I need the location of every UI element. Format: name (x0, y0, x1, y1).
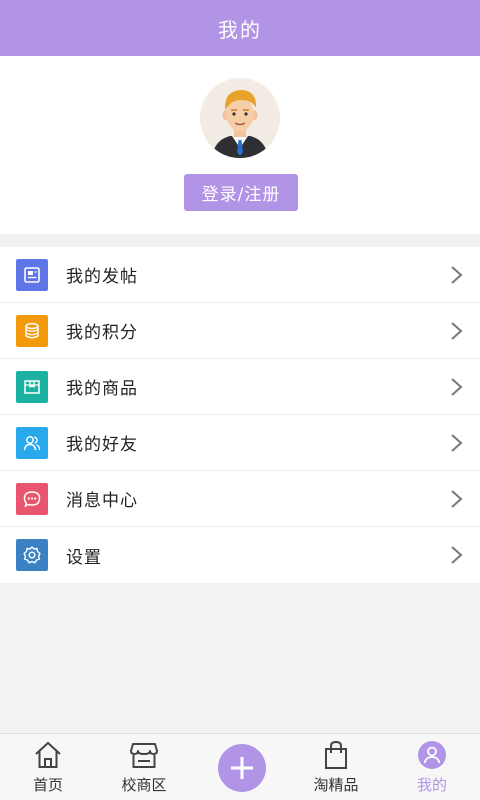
chevron-right-icon (451, 322, 463, 340)
menu-item-label: 我的积分 (66, 323, 138, 343)
tab-label: 校商区 (121, 776, 167, 794)
user-avatar-icon (200, 78, 280, 158)
user-icon (418, 741, 446, 769)
tab-mine[interactable]: 我的 (384, 734, 480, 800)
menu-item-label: 设置 (66, 547, 102, 568)
home-icon (35, 741, 61, 768)
plus-icon (231, 757, 253, 779)
tab-label: 首页 (32, 776, 63, 794)
tab-label: 我的 (416, 776, 447, 794)
points-icon (16, 314, 48, 347)
post-icon (16, 258, 48, 291)
tab-boutique[interactable]: 淘精品 (288, 734, 384, 800)
app-header: 我的 (0, 0, 480, 56)
goods-icon (16, 370, 48, 403)
avatar[interactable] (200, 78, 280, 158)
menu-item-settings[interactable]: 设置 (0, 527, 480, 583)
page-title: 我的 (218, 17, 262, 42)
chevron-right-icon (451, 490, 463, 508)
message-icon (16, 482, 48, 515)
menu-item-label: 我的发帖 (66, 267, 138, 287)
menu-item-label: 我的好友 (66, 435, 138, 455)
chevron-right-icon (451, 266, 463, 284)
menu-item-my-points[interactable]: 我的积分 (0, 303, 480, 359)
chevron-right-icon (451, 378, 463, 396)
menu-item-my-goods[interactable]: 我的商品 (0, 359, 480, 415)
menu-item-my-friends[interactable]: 我的好友 (0, 415, 480, 471)
profile-section: 登录/注册 (0, 56, 480, 234)
menu-item-label: 我的商品 (66, 379, 138, 399)
menu-item-label: 消息中心 (66, 491, 138, 511)
chevron-right-icon (451, 434, 463, 452)
bottom-tab-bar: 首页 校商区 淘精品 我的 (0, 733, 480, 800)
bag-icon (325, 740, 347, 769)
tab-home[interactable]: 首页 (0, 734, 96, 800)
tab-label: 淘精品 (313, 776, 359, 794)
menu-item-message-center[interactable]: 消息中心 (0, 471, 480, 527)
store-icon (130, 743, 158, 768)
menu-item-my-posts[interactable]: 我的发帖 (0, 247, 480, 303)
menu-list: 我的发帖 我的积分 我的商品 我的好友 消息中心 设置 (0, 247, 480, 583)
friends-icon (16, 426, 48, 459)
chevron-right-icon (451, 546, 463, 564)
tab-campus-store[interactable]: 校商区 (96, 734, 192, 800)
login-register-button[interactable]: 登录/注册 (184, 174, 298, 211)
add-post-button[interactable] (218, 744, 266, 792)
gear-icon (16, 539, 48, 571)
